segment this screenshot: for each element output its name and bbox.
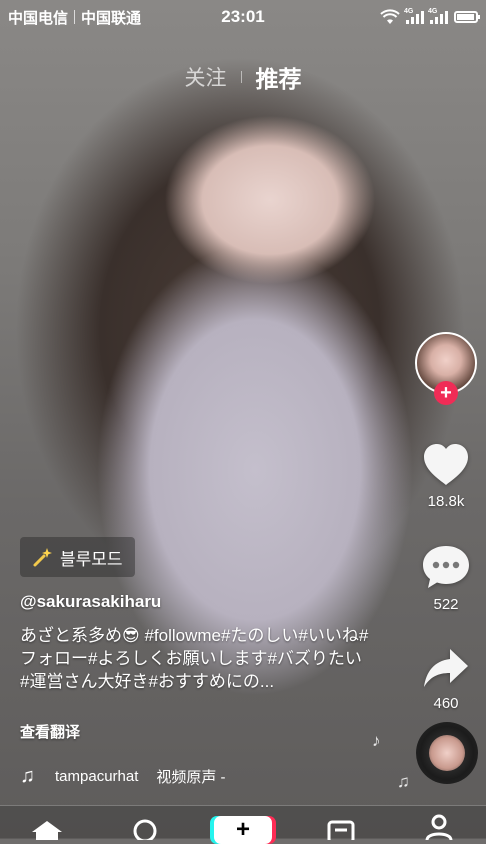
music-disc[interactable] bbox=[416, 722, 478, 784]
share-arrow-icon bbox=[424, 649, 468, 687]
music-note-float-icon-2: ♫ bbox=[397, 772, 410, 791]
battery-icon bbox=[454, 11, 480, 23]
carrier-1: 中国电信 bbox=[8, 9, 69, 27]
magic-wand-icon bbox=[33, 548, 52, 567]
effect-chip[interactable]: 블루모드 bbox=[20, 537, 135, 577]
comment-action[interactable]: 522 bbox=[421, 544, 471, 613]
carrier-2: 中国联通 bbox=[81, 9, 142, 27]
inbox-icon[interactable] bbox=[326, 818, 356, 840]
follow-button[interactable]: + bbox=[434, 381, 458, 405]
share-action[interactable]: 460 bbox=[422, 647, 470, 712]
wifi-icon bbox=[380, 9, 400, 24]
signal-icon-2: 4G bbox=[428, 8, 448, 24]
create-button[interactable]: + bbox=[214, 816, 272, 844]
comment-count: 522 bbox=[433, 596, 459, 613]
like-count: 18.8k bbox=[427, 493, 465, 510]
profile-icon[interactable] bbox=[424, 814, 454, 840]
tab-following[interactable]: 关注 bbox=[185, 62, 227, 92]
tab-divider bbox=[240, 71, 242, 83]
like-action[interactable]: 18.8k bbox=[421, 443, 471, 510]
music-info[interactable]: ♫ tampacurhat 视频原声 - bbox=[20, 765, 226, 788]
feed-tabs: 关注 推荐 bbox=[0, 60, 486, 94]
music-title: 视频原声 - bbox=[156, 769, 226, 786]
effect-label: 블루모드 bbox=[60, 549, 123, 569]
status-time: 23:01 bbox=[221, 7, 265, 26]
author-name[interactable]: @sakurasakiharu bbox=[20, 592, 365, 612]
carriers: 中国电信 中国联通 bbox=[8, 7, 141, 28]
home-icon[interactable] bbox=[30, 818, 64, 840]
action-column: + 18.8k 522 460 bbox=[412, 332, 480, 712]
music-note-float-icon: ♪ bbox=[372, 731, 381, 750]
translate-link[interactable]: 查看翻译 bbox=[20, 721, 365, 742]
tab-recommended[interactable]: 推荐 bbox=[256, 60, 302, 94]
heart-icon bbox=[424, 444, 468, 485]
search-icon[interactable] bbox=[130, 818, 160, 840]
comment-icon bbox=[423, 546, 469, 588]
music-artist: tampacurhat bbox=[55, 768, 139, 785]
carrier-divider bbox=[74, 10, 76, 24]
bottom-nav: + bbox=[0, 805, 486, 844]
music-disc-cover bbox=[429, 735, 465, 771]
share-count: 460 bbox=[433, 695, 459, 712]
music-note-icon: ♫ bbox=[20, 765, 35, 787]
video-description: あざと系多め😎 #followme#たのしい#いいね#フォロー#よろしくお願いし… bbox=[20, 626, 369, 691]
signal-icon-1: 4G bbox=[404, 8, 424, 24]
status-bar: 中国电信 中国联通 23:01 4G 4G bbox=[0, 0, 486, 34]
status-icons: 4G 4G bbox=[380, 8, 480, 25]
